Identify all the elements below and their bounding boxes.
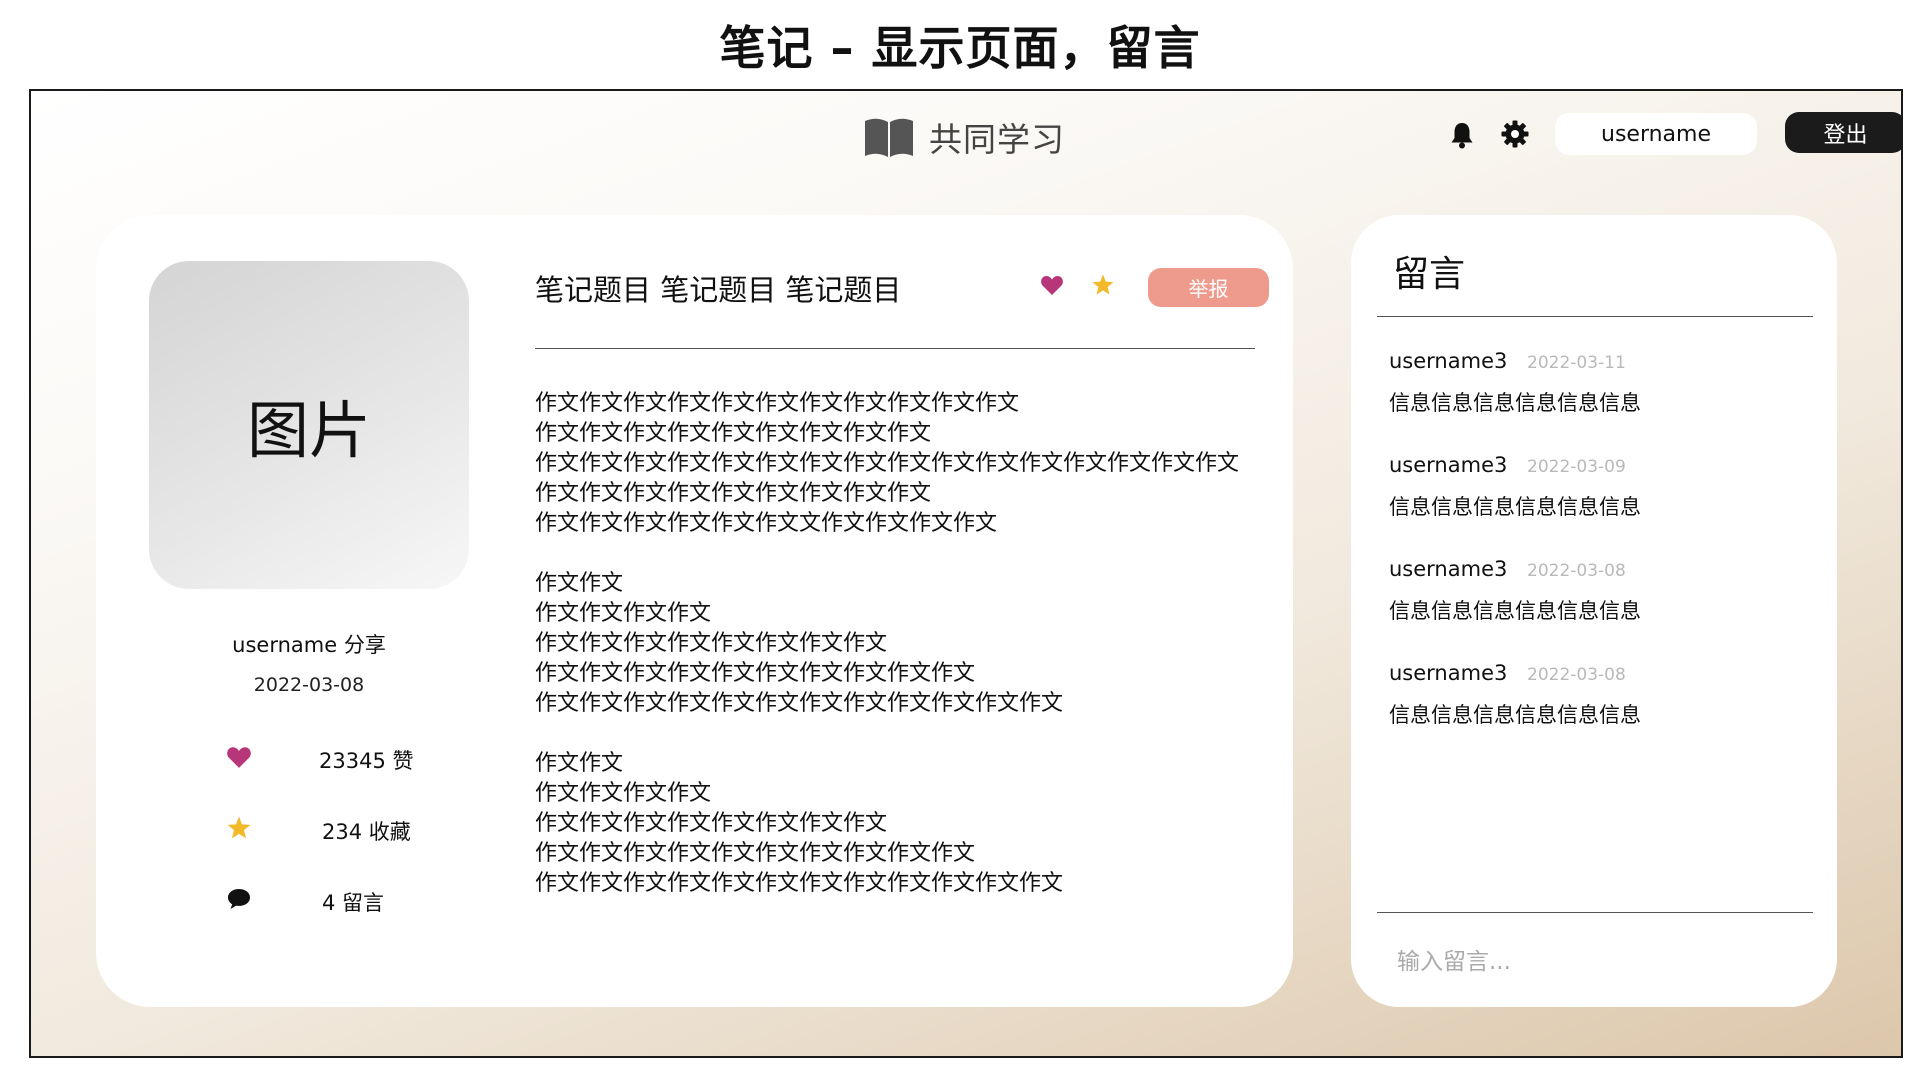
report-button[interactable]: 举报 (1148, 268, 1269, 307)
comment-list: username3 2022-03-11 信息信息信息信息信息信息 userna… (1389, 349, 1809, 765)
comment-item: username3 2022-03-08 信息信息信息信息信息信息 (1389, 661, 1809, 765)
comment-item: username3 2022-03-08 信息信息信息信息信息信息 (1389, 557, 1809, 661)
page-heading: 笔记 – 显示页面，留言 (719, 21, 1201, 75)
note-paragraph: 作文作文 作文作文作文作文 作文作文作文作文作文作文作文作文 作文作文作文作文作… (535, 749, 1275, 899)
note-line: 作文作文作文作文 (535, 781, 712, 806)
comment-date: 2022-03-09 (1527, 457, 1626, 477)
note-line: 作文作文 (535, 751, 624, 776)
comment-text: 信息信息信息信息信息信息 (1389, 391, 1641, 415)
book-icon (865, 118, 913, 157)
comment-date: 2022-03-11 (1527, 353, 1626, 373)
note-line: 作文作文作文作文作文作文作文作文作文作文作文作文 (535, 871, 1064, 896)
note-line: 作文作文作文作文作文作文作文作文作文作文 (535, 841, 976, 866)
note-line: 作文作文作文作文作文作文作文作文作文作文作文 (535, 391, 1020, 416)
star-icon[interactable] (1091, 273, 1115, 297)
note-date: 2022-03-08 (253, 674, 365, 696)
comments-count: 4 留言 (322, 891, 385, 915)
note-body: 作文作文作文作文作文作文作文作文作文作文作文 作文作文作文作文作文作文作文作文作… (535, 389, 1275, 929)
comment-text: 信息信息信息信息信息信息 (1389, 495, 1641, 519)
note-line: 作文作文作文作文作文作文作文作文 (535, 631, 888, 656)
comment-panel: 留言 username3 2022-03-11 信息信息信息信息信息信息 use… (1351, 215, 1837, 1007)
note-line: 作文作文 (535, 571, 624, 596)
note-paragraph: 作文作文 作文作文作文作文 作文作文作文作文作文作文作文作文 作文作文作文作文作… (535, 569, 1275, 719)
note-card: 图片 username 分享 2022-03-08 23345 赞 234 收藏… (96, 215, 1293, 1007)
comment-text: 信息信息信息信息信息信息 (1389, 599, 1641, 623)
note-line: 作文作文作文作文作文作文作文作文作文作文 (535, 661, 976, 686)
comment-bubble-icon[interactable] (226, 886, 252, 912)
note-line: 作文作文作文作文作文作文作文作文作文作文作文作文 (535, 691, 1064, 716)
note-image: 图片 (149, 261, 469, 589)
note-title: 笔记题目 笔记题目 笔记题目 (535, 273, 902, 307)
title-divider (535, 348, 1255, 349)
user-menu[interactable]: username (1555, 113, 1757, 155)
note-line: 作文作文作文作文作文作文作文作文作文作文作文作文作文作文作文作文 (535, 451, 1240, 476)
app-window: 共同学习 username 登出 图片 username 分享 2022-03-… (29, 89, 1903, 1058)
note-paragraph: 作文作文作文作文作文作文作文作文作文作文作文 作文作文作文作文作文作文作文作文作… (535, 389, 1275, 539)
app-name: 共同学习 (929, 120, 1065, 159)
comment-item: username3 2022-03-11 信息信息信息信息信息信息 (1389, 349, 1809, 453)
comment-divider (1377, 316, 1813, 317)
comment-text: 信息信息信息信息信息信息 (1389, 703, 1641, 727)
brand[interactable]: 共同学习 (863, 113, 1065, 161)
note-line: 作文作文作文作文作文作文作文作文作文 (535, 481, 932, 506)
gear-icon[interactable] (1500, 119, 1530, 149)
note-line: 作文作文作文作文作文作文作文作文 (535, 811, 888, 836)
star-icon[interactable] (226, 815, 252, 841)
heart-icon[interactable] (226, 744, 252, 770)
comment-item: username3 2022-03-09 信息信息信息信息信息信息 (1389, 453, 1809, 557)
comment-heading: 留言 (1393, 254, 1466, 295)
note-line: 作文作文作文作文作文作文文作文作文作文作文 (535, 511, 998, 536)
comment-date: 2022-03-08 (1527, 561, 1626, 581)
note-line: 作文作文作文作文 (535, 601, 712, 626)
likes-count: 23345 赞 (319, 749, 414, 773)
comment-username[interactable]: username3 (1389, 349, 1507, 373)
comment-username[interactable]: username3 (1389, 557, 1507, 581)
favorites-count: 234 收藏 (322, 820, 411, 844)
comment-username[interactable]: username3 (1389, 453, 1507, 477)
comment-username[interactable]: username3 (1389, 661, 1507, 685)
logout-button[interactable]: 登出 (1785, 112, 1901, 153)
comment-date: 2022-03-08 (1527, 665, 1626, 685)
note-line: 作文作文作文作文作文作文作文作文作文 (535, 421, 932, 446)
bell-icon[interactable] (1447, 120, 1477, 150)
comment-input[interactable] (1377, 937, 1813, 987)
note-author: username 分享 (232, 633, 386, 657)
heart-icon[interactable] (1040, 274, 1064, 296)
comment-input-divider (1377, 912, 1813, 913)
